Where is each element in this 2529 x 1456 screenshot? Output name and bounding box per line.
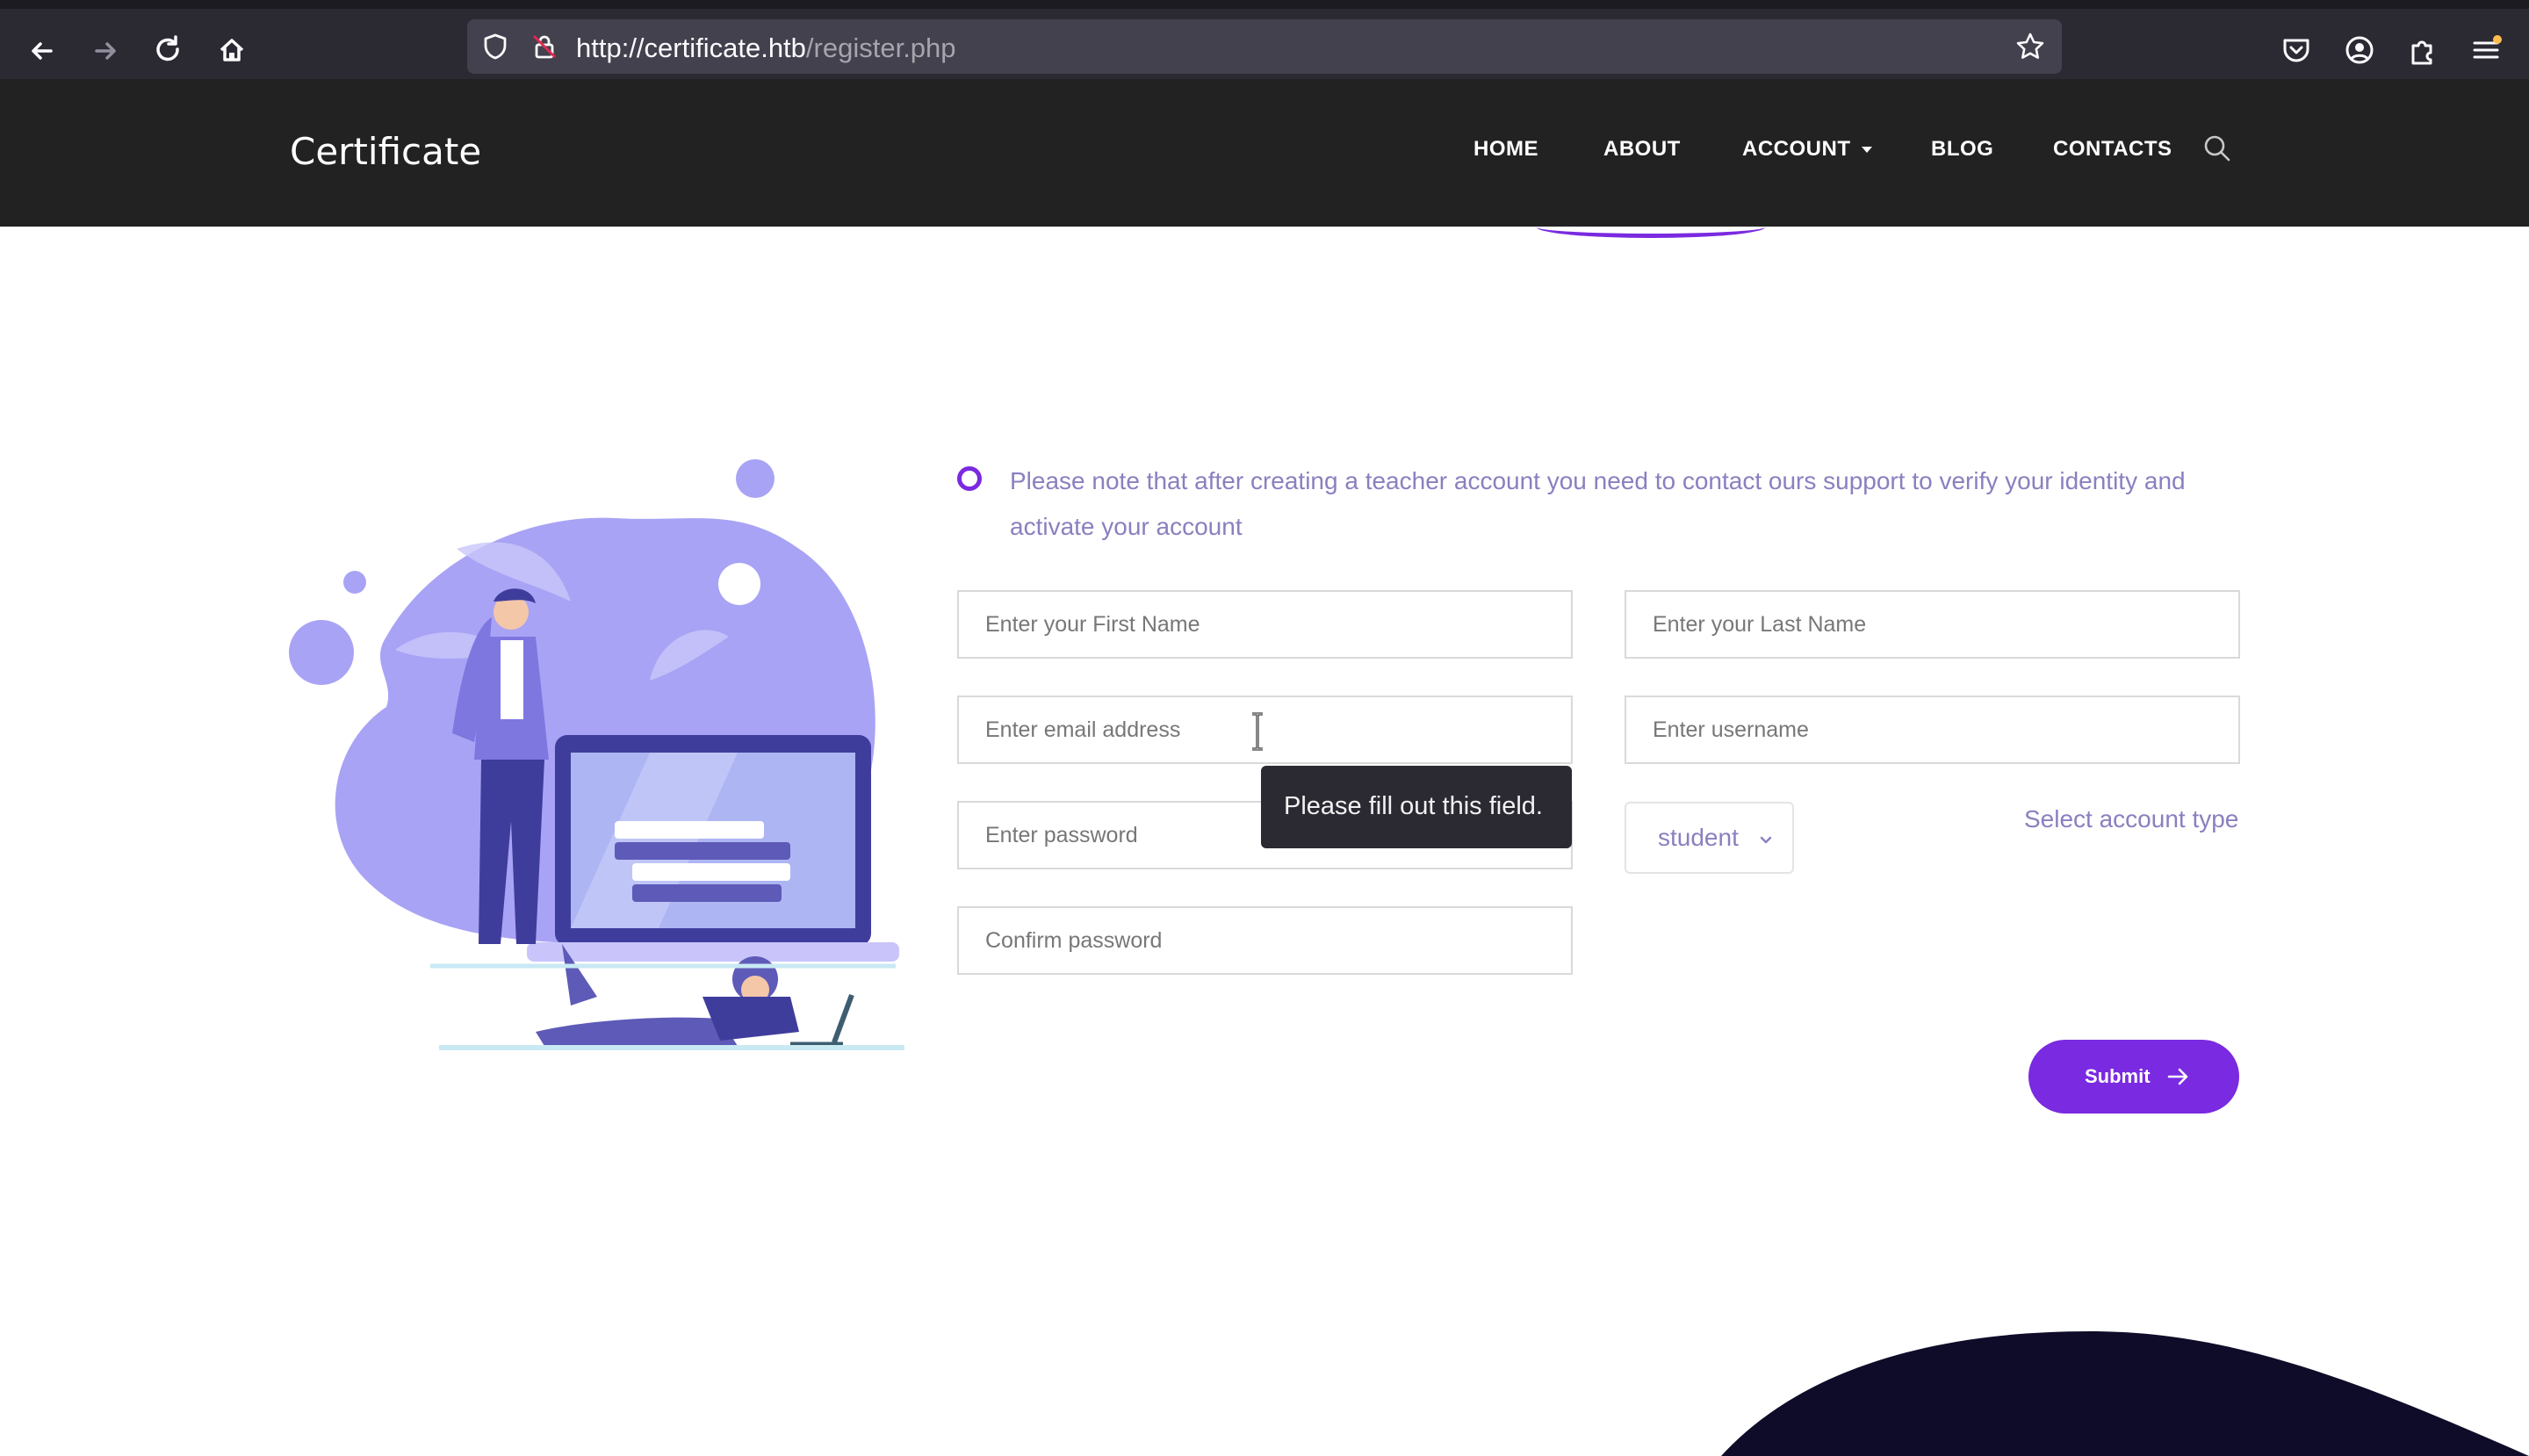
account-type-value: student bbox=[1658, 824, 1739, 851]
url-host: http://certificate.htb bbox=[576, 32, 806, 63]
nav-home[interactable]: HOME bbox=[1473, 137, 1538, 162]
first-name-input[interactable] bbox=[957, 590, 1573, 659]
browser-toolbar: http://certificate.htb/register.php bbox=[0, 0, 2529, 79]
back-button[interactable] bbox=[19, 28, 65, 74]
registration-illustration bbox=[289, 459, 904, 1050]
last-name-input[interactable] bbox=[1625, 590, 2240, 659]
notice-circle-icon bbox=[957, 466, 982, 491]
confirm-password-input[interactable] bbox=[957, 906, 1573, 975]
nav-contacts[interactable]: CONTACTS bbox=[2053, 137, 2172, 162]
extensions-icon[interactable] bbox=[2404, 32, 2441, 68]
url-text[interactable]: http://certificate.htb/register.php bbox=[576, 32, 956, 64]
nav-account-label: ACCOUNT bbox=[1742, 137, 1851, 161]
insecure-lock-icon[interactable] bbox=[529, 31, 560, 62]
username-input[interactable] bbox=[1625, 696, 2240, 764]
home-button[interactable] bbox=[209, 28, 255, 74]
bookmark-star-icon[interactable] bbox=[2014, 31, 2046, 62]
forward-button[interactable] bbox=[83, 28, 128, 74]
decorative-arc bbox=[1537, 216, 1765, 238]
search-icon[interactable] bbox=[2202, 133, 2232, 163]
account-type-select[interactable]: student bbox=[1625, 802, 1794, 874]
nav-about[interactable]: ABOUT bbox=[1603, 137, 1681, 162]
site-header: Certificate HOME ABOUT ACCOUNT BLOG CONT… bbox=[0, 79, 2529, 227]
address-bar[interactable]: http://certificate.htb/register.php bbox=[467, 19, 2062, 74]
decorative-dark-curve bbox=[1721, 1331, 2529, 1456]
validation-tooltip: Please fill out this field. bbox=[1261, 766, 1572, 848]
account-icon[interactable] bbox=[2341, 32, 2378, 68]
shield-icon[interactable] bbox=[479, 31, 511, 62]
back-arrow-icon bbox=[32, 42, 53, 60]
caret-down-icon bbox=[1861, 147, 1872, 154]
arrow-right-icon bbox=[2167, 1068, 2188, 1085]
url-path: /register.php bbox=[805, 32, 956, 63]
submit-label: Submit bbox=[2085, 1065, 2151, 1087]
teacher-account-notice: Please note that after creating a teache… bbox=[1010, 467, 2186, 540]
account-type-label: Select account type bbox=[2024, 805, 2239, 833]
forward-arrow-icon bbox=[95, 42, 116, 60]
reload-icon bbox=[156, 35, 179, 61]
nav-account[interactable]: ACCOUNT bbox=[1742, 137, 1872, 162]
home-icon bbox=[220, 39, 244, 61]
chevron-down-icon bbox=[1758, 832, 1774, 847]
text-cursor-icon bbox=[1252, 712, 1263, 751]
validation-tooltip-text: Please fill out this field. bbox=[1284, 792, 1543, 820]
submit-button[interactable]: Submit bbox=[2028, 1040, 2239, 1114]
nav-blog[interactable]: BLOG bbox=[1931, 137, 1993, 162]
reload-button[interactable] bbox=[146, 28, 191, 74]
app-menu-icon[interactable] bbox=[2468, 32, 2504, 68]
site-logo[interactable]: Certificate bbox=[290, 130, 481, 173]
pocket-icon[interactable] bbox=[2278, 32, 2315, 68]
